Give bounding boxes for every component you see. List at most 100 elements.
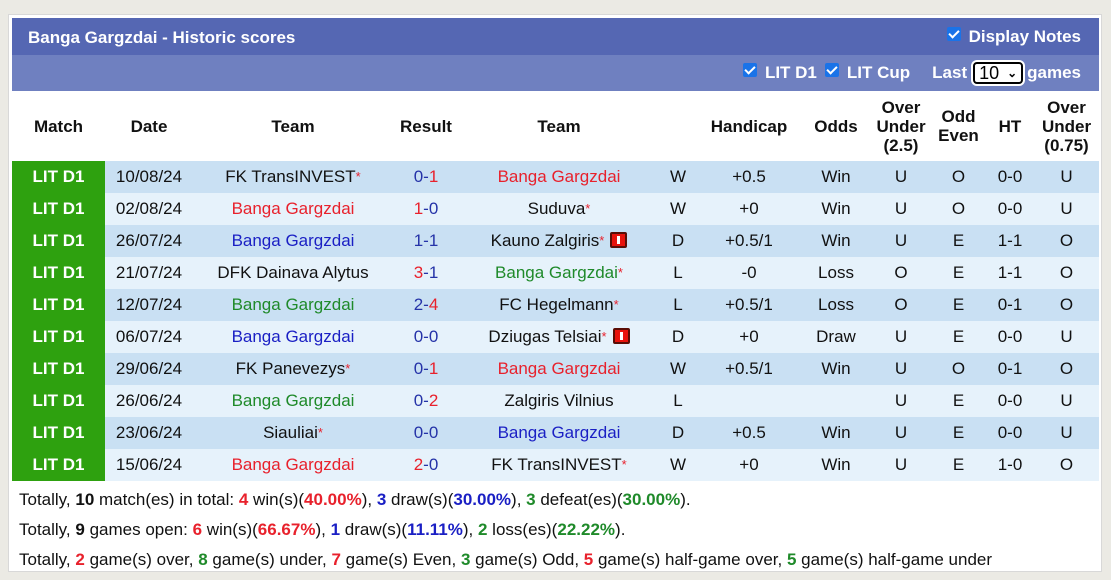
table-body: LIT D1 10/08/24 FK TransINVEST* 0-1 Banga Ga… bbox=[12, 161, 1099, 481]
over-under-cell: U bbox=[871, 161, 931, 193]
home-team-link[interactable]: Banga Gargzdai bbox=[232, 199, 355, 218]
home-team-link[interactable]: Banga Gargzdai bbox=[232, 231, 355, 250]
ht-cell: 0-0 bbox=[986, 193, 1034, 225]
league-cell[interactable]: LIT D1 bbox=[12, 161, 105, 193]
ht-cell: 0-0 bbox=[986, 161, 1034, 193]
col-ou25-line1: Over bbox=[881, 97, 921, 117]
summary-text: match(es) in total: bbox=[94, 490, 239, 509]
result-cell[interactable]: 0-2 bbox=[393, 385, 459, 417]
handicap-cell: +0.5 bbox=[697, 417, 801, 449]
result-cell[interactable]: 3-1 bbox=[393, 257, 459, 289]
games-count-select[interactable]: 10 ⌄ bbox=[973, 62, 1024, 84]
table-row: LIT D1 29/06/24 FK Panevezys* 0-1 Banga Garg… bbox=[12, 353, 1099, 385]
summary-text: games open: bbox=[84, 520, 193, 539]
over-under-075-cell: O bbox=[1034, 449, 1099, 481]
col-oe-line2: Even bbox=[938, 126, 979, 145]
last-label: Last bbox=[932, 63, 968, 82]
away-team-link[interactable]: Kauno Zalgiris bbox=[491, 231, 600, 250]
away-team-cell: Suduva* bbox=[459, 193, 659, 225]
away-team-cell: Banga Gargzdai bbox=[459, 353, 659, 385]
display-notes-checkbox[interactable] bbox=[946, 27, 961, 41]
summary-text: game(s) Even, bbox=[340, 550, 461, 569]
lit-cup-checkbox[interactable] bbox=[824, 63, 839, 77]
summary-line-open-games: Totally, 9 games open: 6 win(s)(66.67%),… bbox=[19, 515, 992, 545]
result-cell[interactable]: 0-1 bbox=[393, 353, 459, 385]
home-team-link[interactable]: Banga Gargzdai bbox=[232, 295, 355, 314]
home-team-link[interactable]: FK TransINVEST bbox=[225, 167, 355, 186]
away-team-link[interactable]: FK TransINVEST bbox=[491, 455, 621, 474]
away-team-link[interactable]: Zalgiris Vilnius bbox=[504, 391, 613, 410]
result-cell[interactable]: 0-0 bbox=[393, 417, 459, 449]
score-away: 0 bbox=[428, 327, 439, 346]
away-team-link[interactable]: Banga Gargzdai bbox=[498, 359, 621, 378]
result-cell[interactable]: 2-0 bbox=[393, 449, 459, 481]
home-team-link[interactable]: Banga Gargzdai bbox=[232, 455, 355, 474]
summary-value: 7 bbox=[331, 550, 341, 569]
score-away: 4 bbox=[428, 295, 439, 314]
result-cell[interactable]: 0-1 bbox=[393, 161, 459, 193]
summary-text: Totally, bbox=[19, 490, 76, 509]
home-team-cell: Banga Gargzdai bbox=[193, 449, 393, 481]
summary-text: ), bbox=[462, 520, 478, 539]
away-team-link[interactable]: Banga Gargzdai bbox=[495, 263, 618, 282]
league-cell[interactable]: LIT D1 bbox=[12, 225, 105, 257]
odd-even-cell: E bbox=[931, 257, 986, 289]
score-home: 3 bbox=[413, 263, 424, 282]
home-team-link[interactable]: DFK Dainava Alytus bbox=[217, 263, 368, 282]
summary-value: 2 bbox=[75, 550, 85, 569]
col-odd-even: Odd Even bbox=[931, 91, 986, 161]
ht-cell: 0-1 bbox=[986, 353, 1034, 385]
league-cell[interactable]: LIT D1 bbox=[12, 353, 105, 385]
summary-text: game(s) Odd, bbox=[470, 550, 584, 569]
wdl-cell: D bbox=[659, 225, 697, 257]
display-notes-toggle[interactable]: Display Notes bbox=[946, 27, 1081, 47]
league-cell[interactable]: LIT D1 bbox=[12, 449, 105, 481]
away-team-cell: Kauno Zalgiris* bbox=[459, 225, 659, 257]
away-team-link[interactable]: Dziugas Telsiai bbox=[488, 327, 601, 346]
lit-d1-checkbox[interactable] bbox=[742, 63, 757, 77]
result-cell[interactable]: 2-4 bbox=[393, 289, 459, 321]
away-team-link[interactable]: FC Hegelmann bbox=[499, 295, 613, 314]
league-cell[interactable]: LIT D1 bbox=[12, 385, 105, 417]
over-under-cell: U bbox=[871, 449, 931, 481]
home-team-link[interactable]: Siauliai bbox=[263, 423, 318, 442]
league-cell[interactable]: LIT D1 bbox=[12, 289, 105, 321]
away-team-link[interactable]: Banga Gargzdai bbox=[498, 167, 621, 186]
result-cell[interactable]: 1-0 bbox=[393, 193, 459, 225]
over-under-cell: U bbox=[871, 321, 931, 353]
summary-value: 3 bbox=[460, 550, 471, 569]
league-cell[interactable]: LIT D1 bbox=[12, 257, 105, 289]
over-under-cell: O bbox=[871, 289, 931, 321]
away-team-cell: Dziugas Telsiai* bbox=[459, 321, 659, 353]
odd-even-cell: E bbox=[931, 321, 986, 353]
summary-value: 11.11% bbox=[407, 520, 463, 539]
summary-text: draw(s)( bbox=[340, 520, 408, 539]
odds-cell: Win bbox=[801, 225, 871, 257]
result-cell[interactable]: 1-1 bbox=[393, 225, 459, 257]
table-row: LIT D1 23/06/24 Siauliai* 0-0 Banga Gargzdai… bbox=[12, 417, 1099, 449]
summary-value: 3 bbox=[376, 490, 387, 509]
away-team-link[interactable]: Suduva bbox=[528, 199, 586, 218]
handicap-cell: -0 bbox=[697, 257, 801, 289]
score-away: 1 bbox=[428, 263, 439, 282]
wdl-cell: W bbox=[659, 161, 697, 193]
league-cell[interactable]: LIT D1 bbox=[12, 321, 105, 353]
home-team-link[interactable]: FK Panevezys bbox=[236, 359, 346, 378]
red-card-icon bbox=[612, 327, 630, 344]
col-over-under-2-5: Over Under (2.5) bbox=[871, 91, 931, 161]
odd-even-cell: O bbox=[931, 161, 986, 193]
summary-value: 10 bbox=[75, 490, 95, 509]
home-team-link[interactable]: Banga Gargzdai bbox=[232, 391, 355, 410]
score-home: 0 bbox=[413, 327, 424, 346]
league-cell[interactable]: LIT D1 bbox=[12, 417, 105, 449]
score-away: 0 bbox=[428, 199, 439, 218]
summary-text: game(s) half-game under bbox=[796, 550, 993, 569]
home-team-link[interactable]: Banga Gargzdai bbox=[232, 327, 355, 346]
away-team-cell: Banga Gargzdai* bbox=[459, 257, 659, 289]
result-cell[interactable]: 0-0 bbox=[393, 321, 459, 353]
col-odds: Odds bbox=[801, 91, 871, 161]
league-cell[interactable]: LIT D1 bbox=[12, 193, 105, 225]
wdl-cell: W bbox=[659, 353, 697, 385]
summary-value: 6 bbox=[192, 520, 203, 539]
away-team-link[interactable]: Banga Gargzdai bbox=[498, 423, 621, 442]
